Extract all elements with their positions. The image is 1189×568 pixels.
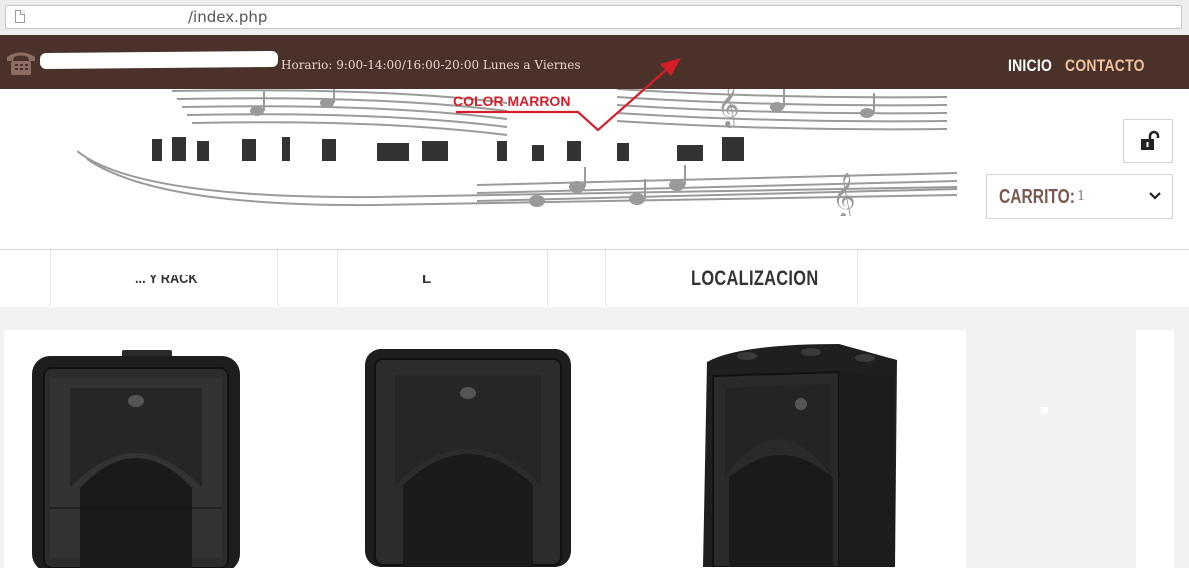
product-image-speaker-1[interactable] (30, 348, 250, 568)
menu-divider (857, 250, 858, 306)
menu-divider (605, 250, 606, 306)
redacted-phone (39, 50, 279, 70)
product-image-speaker-3[interactable] (699, 342, 909, 567)
menu-divider (337, 250, 338, 306)
redaction (130, 264, 260, 275)
menu-divider (547, 250, 548, 306)
placeholder-marker (1041, 407, 1048, 414)
page-icon (15, 10, 25, 23)
svg-text:𝄞: 𝄞 (832, 173, 856, 216)
cart-label: CARRITO: (999, 186, 1075, 208)
browser-address-bar: /index.php (0, 0, 1189, 35)
product-image-speaker-2[interactable] (359, 347, 579, 567)
cart-dropdown[interactable]: CARRITO: 1 (986, 174, 1173, 219)
cart-count: 1 (1077, 189, 1086, 204)
nav-contacto[interactable]: CONTACTO (1065, 56, 1145, 76)
unlock-icon (1141, 130, 1160, 150)
annotation-color-label: COLOR MARRON (453, 93, 571, 109)
menu-item-localizacion[interactable]: LOCALIZACION (691, 267, 818, 291)
login-button[interactable] (1123, 119, 1173, 163)
right-column (1136, 330, 1174, 568)
schedule-text: Horario: 9:00-14:00/16:00-20:00 Lunes a … (281, 58, 581, 72)
menu-divider (50, 250, 51, 306)
redaction (418, 264, 438, 275)
url-text: /index.php (188, 8, 268, 26)
chevron-down-icon (1149, 192, 1161, 200)
url-field[interactable]: /index.php (5, 5, 1182, 29)
main-menu: ... Y RACK L LOCALIZACION (0, 249, 1189, 307)
site-header: 𝄞 𝄞 COLOR MARRON CARRITO: 1 (0, 89, 1189, 249)
phone-icon (7, 52, 35, 75)
nav-inicio[interactable]: INICIO (1008, 56, 1052, 76)
product-list (4, 330, 966, 568)
svg-text:𝄞: 𝄞 (717, 89, 739, 128)
top-bar: Horario: 9:00-14:00/16:00-20:00 Lunes a … (0, 35, 1189, 89)
menu-divider (277, 250, 278, 306)
